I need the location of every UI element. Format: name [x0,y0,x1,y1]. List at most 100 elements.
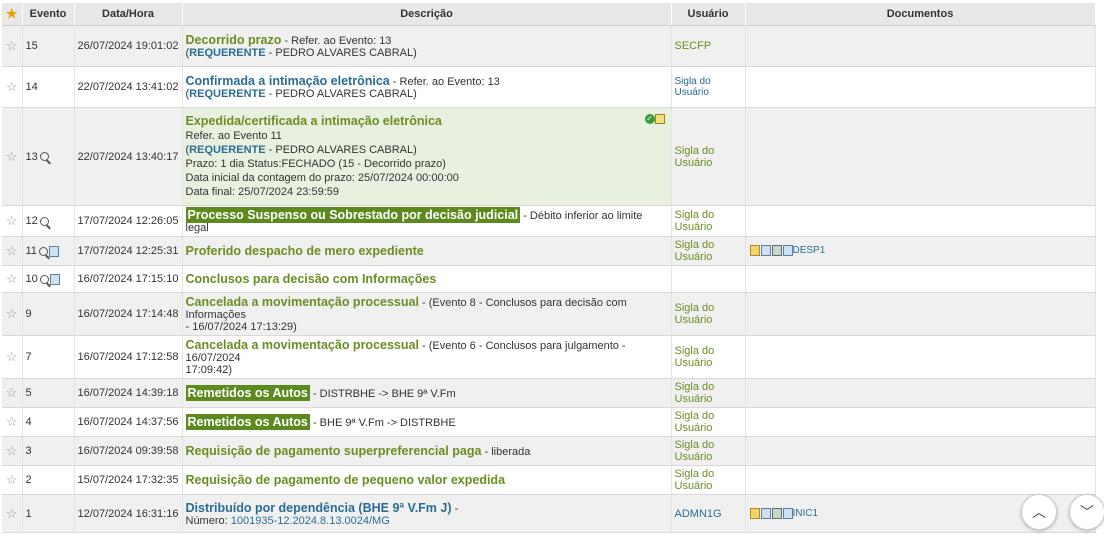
user-sigla[interactable]: Sigla do Usuário [671,378,746,408]
event-title: Conclusos para decisão com Informações [185,272,437,286]
magnifier-icon[interactable] [39,274,49,284]
user-sigla[interactable]: Sigla do Usuário [671,335,746,379]
favorite-toggle[interactable]: ☆ [2,66,23,108]
document-link[interactable]: INIC1 [793,508,819,519]
user-sigla [671,265,746,293]
favorite-toggle[interactable]: ☆ [2,494,23,533]
magnifier-icon[interactable] [39,152,49,162]
event-detail: - DISTRBHE -> BHE 9ª V.Fm [309,388,456,400]
favorite-toggle[interactable]: ☆ [2,107,23,206]
scroll-down-button[interactable]: ﹀ [1069,494,1104,530]
document-icon[interactable] [49,273,60,285]
event-title: Cancelada a movimentação processual [185,338,419,352]
favorite-toggle[interactable]: ☆ [2,236,23,266]
table-row: ☆ 4 16/07/2024 14:37:56 Remetidos os Aut… [2,407,1096,437]
edit-doc-icon[interactable] [760,507,771,519]
user-sigla[interactable]: Sigla do Usuário [671,66,746,108]
requerente-link[interactable]: REQUERENTE [189,47,265,59]
magnifier-icon[interactable] [38,246,48,256]
pencil-icon[interactable] [749,245,760,257]
star-icon: ☆ [5,306,18,321]
star-icon: ☆ [5,505,18,521]
requerente-link[interactable]: REQUERENTE [189,144,265,156]
certificate-icon[interactable] [654,114,665,125]
documents-cell [745,378,1096,408]
event-number: 7 [22,335,75,379]
pencil-icon[interactable] [749,507,760,519]
edit-doc-icon[interactable] [760,245,771,257]
table-row: ☆ 12 17/07/2024 12:26:05 Processo Suspen… [2,205,1096,237]
event-description: Remetidos os Autos - DISTRBHE -> BHE 9ª … [182,378,672,408]
event-title: Requisição de pagamento superpreferencia… [185,444,482,458]
event-detail: - liberada [481,446,531,458]
event-number-cell: 13 [22,107,75,206]
event-number: 15 [22,25,75,67]
document-link[interactable]: DESP1 [793,246,826,257]
prazo-fim: Data final: 25/07/2024 23:59:59 [185,186,340,198]
event-number-cell: 10 [22,265,75,293]
event-number-cell: 12 [22,205,75,237]
user-sigla[interactable]: SECFP [671,25,746,67]
event-datetime: 26/07/2024 19:01:02 [74,25,183,67]
header-documentos: Documentos [745,3,1096,26]
documents-cell [745,335,1096,379]
view-doc-icon[interactable] [782,245,793,257]
event-datetime: 16/07/2024 14:39:18 [74,378,183,408]
star-icon: ☆ [5,213,18,228]
event-description: Decorrido prazo - Refer. ao Evento: 13 (… [182,25,672,67]
print-icon[interactable] [771,245,782,257]
document-icon[interactable] [48,245,59,257]
scroll-up-button[interactable]: ︿ [1021,494,1057,530]
favorite-toggle[interactable]: ☆ [2,335,23,379]
events-table: ★ Evento Data/Hora Descrição Usuário Doc… [2,3,1096,533]
print-icon[interactable] [771,507,782,519]
user-sigla[interactable]: Sigla do Usuário [671,436,746,466]
event-datetime: 15/07/2024 17:32:35 [74,465,183,495]
event-description: Proferido despacho de mero expediente [182,236,672,266]
favorite-toggle[interactable]: ☆ [2,205,23,237]
prazo-status: Prazo: 1 dia Status:FECHADO (15 - Decorr… [185,158,446,170]
event-description: Requisição de pagamento de pequeno valor… [182,465,672,495]
party-name: - PEDRO ALVARES CABRAL) [265,144,417,156]
event-title: Remetidos os Autos [185,414,310,430]
event-datetime: 22/07/2024 13:41:02 [74,66,183,108]
documents-cell [745,265,1096,293]
event-ref: - Refer. ao Evento: 13 [281,35,392,47]
user-sigla[interactable]: Sigla do Usuário [671,107,746,206]
favorite-toggle[interactable]: ☆ [2,465,23,495]
view-doc-icon[interactable] [782,507,793,519]
favorite-toggle[interactable]: ☆ [2,407,23,437]
check-icon[interactable]: ✓ [644,114,655,125]
user-sigla[interactable]: Sigla do Usuário [671,465,746,495]
user-sigla[interactable]: ADMN1G [671,494,746,533]
table-row: ☆ 3 16/07/2024 09:39:58 Requisição de pa… [2,436,1096,466]
header-datahora[interactable]: Data/Hora [74,3,183,26]
event-title: Processo Suspenso ou Sobrestado por deci… [185,207,521,223]
user-sigla[interactable]: Sigla do Usuário [671,236,746,266]
process-number-link[interactable]: 1001935-12.2024.8.13.0024/MG [231,515,390,527]
numero-label: Número: [185,514,231,527]
requerente-link[interactable]: REQUERENTE [189,88,265,100]
event-number-cell: 11 [22,236,75,266]
table-row: ☆ 2 15/07/2024 17:32:35 Requisição de pa… [2,465,1096,495]
table-row: ☆ 14 22/07/2024 13:41:02 Confirmada a in… [2,66,1096,108]
favorite-header[interactable]: ★ [2,3,23,26]
user-sigla[interactable]: Sigla do Usuário [671,407,746,437]
magnifier-icon[interactable] [39,216,49,226]
favorite-toggle[interactable]: ☆ [2,436,23,466]
header-evento[interactable]: Evento [22,3,75,26]
header-descricao: Descrição [182,3,672,26]
documents-cell [745,436,1096,466]
user-sigla[interactable]: Sigla do Usuário [671,205,746,237]
event-number: 11 [25,245,37,257]
documents-cell [745,465,1096,495]
user-sigla[interactable]: Sigla do Usuário [671,292,746,336]
header-usuario: Usuário [671,3,746,26]
event-detail: - BHE 9ª V.Fm -> DISTRBHE [309,417,456,429]
favorite-toggle[interactable]: ☆ [2,292,23,336]
event-ref: - Refer. ao Evento: 13 [389,76,500,88]
table-row: ☆ 5 16/07/2024 14:39:18 Remetidos os Aut… [2,378,1096,408]
favorite-toggle[interactable]: ☆ [2,378,23,408]
favorite-toggle[interactable]: ☆ [2,25,23,67]
favorite-toggle[interactable]: ☆ [2,265,23,293]
